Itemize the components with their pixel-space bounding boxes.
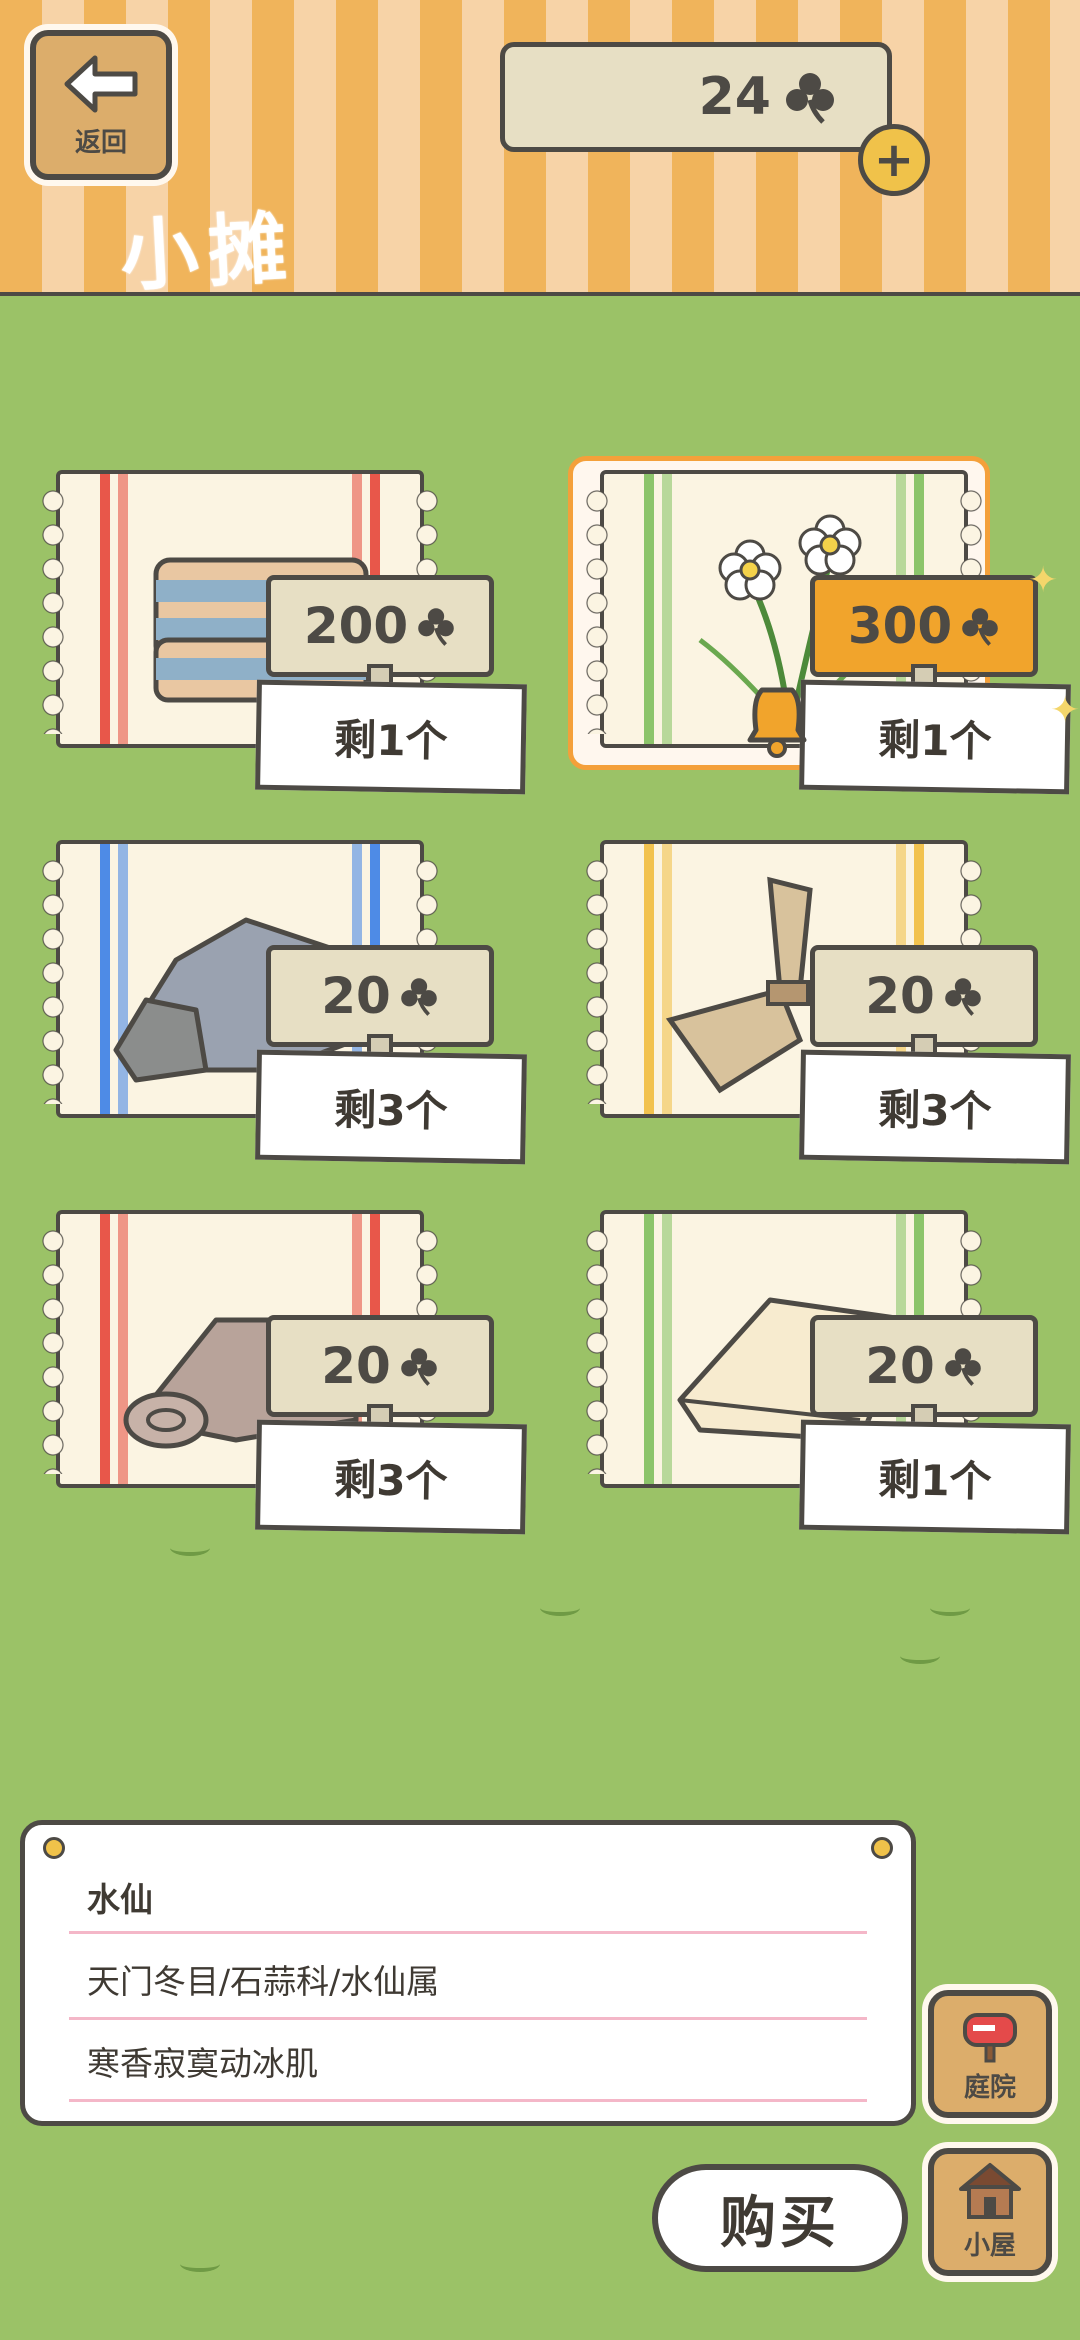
grass-decoration: [930, 1600, 970, 1616]
shop-item[interactable]: 20 剩3个: [580, 840, 1071, 1170]
item-price: 300: [847, 597, 953, 655]
bell-icon: [747, 687, 807, 758]
price-tag: 20: [810, 1315, 1038, 1430]
price-tag: 300: [810, 575, 1038, 690]
pin-icon: [43, 1837, 65, 1859]
item-info-panel: 水仙 天门冬目/石蒜科/水仙属 寒香寂寞动冰肌: [20, 1820, 916, 2126]
item-name: 水仙: [87, 1880, 153, 1919]
item-price: 20: [865, 1337, 935, 1395]
yard-label: 庭院: [963, 2073, 1016, 2103]
item-description: 寒香寂寞动冰肌: [87, 2044, 318, 2083]
item-price: 20: [865, 967, 935, 1025]
shop-item[interactable]: 20 剩3个: [36, 840, 527, 1170]
grass-decoration: [180, 2256, 220, 2272]
clover-icon: [401, 978, 437, 1016]
stock-tag: 剩3个: [799, 1049, 1071, 1165]
back-arrow-icon: [64, 55, 138, 112]
stock-tag: 剩1个: [255, 679, 527, 795]
grass-decoration: [900, 1648, 940, 1664]
pin-icon: [871, 1837, 893, 1859]
stock-tag: 剩1个: [799, 679, 1071, 795]
item-price: 200: [303, 597, 409, 655]
mailbox-icon: [963, 2013, 1017, 2063]
clover-icon: [945, 1348, 981, 1386]
clover-icon: [401, 1348, 437, 1386]
clover-counter: 24: [500, 42, 892, 152]
item-price: 20: [321, 967, 391, 1025]
clover-icon: [962, 608, 998, 646]
divider: [69, 1931, 867, 1934]
sparkle-icon: ✦: [1028, 560, 1059, 601]
yard-button[interactable]: 庭院: [928, 1990, 1052, 2118]
stock-tag: 剩3个: [255, 1049, 527, 1165]
shop-item[interactable]: 20 剩1个: [580, 1210, 1071, 1540]
item-price: 20: [321, 1337, 391, 1395]
house-button[interactable]: 小屋: [928, 2148, 1052, 2276]
sparkle-icon: ✦: [1050, 690, 1080, 731]
shop-item[interactable]: 200 剩1个: [36, 470, 527, 800]
grass-decoration: [540, 1600, 580, 1616]
clover-icon: [945, 978, 981, 1016]
price-tag: 200: [266, 575, 494, 690]
clover-count: 24: [698, 67, 771, 127]
clover-icon: [786, 73, 834, 124]
clover-icon: [418, 608, 454, 646]
price-tag: 20: [266, 1315, 494, 1430]
divider: [69, 2099, 867, 2102]
price-tag: 20: [266, 945, 494, 1060]
page-title: 小摊: [118, 203, 299, 303]
buy-button[interactable]: 购买: [652, 2164, 908, 2272]
header-bar: 返回 小摊 24 +: [0, 0, 1080, 303]
item-taxonomy: 天门冬目/石蒜科/水仙属: [87, 1962, 440, 2001]
price-tag: 20: [810, 945, 1038, 1060]
stock-tag: 剩3个: [255, 1419, 527, 1535]
stock-tag: 剩1个: [799, 1419, 1071, 1535]
back-button[interactable]: 返回: [30, 30, 172, 180]
shop-item[interactable]: 300 剩1个 ✦ ✦: [568, 456, 1080, 800]
add-clover-button[interactable]: +: [858, 124, 930, 196]
divider: [69, 2017, 867, 2020]
shop-item[interactable]: 20 剩3个: [36, 1210, 527, 1540]
grass-decoration: [170, 1540, 210, 1556]
back-label: 返回: [74, 127, 127, 158]
house-label: 小屋: [963, 2231, 1016, 2261]
house-icon: [959, 2163, 1021, 2219]
